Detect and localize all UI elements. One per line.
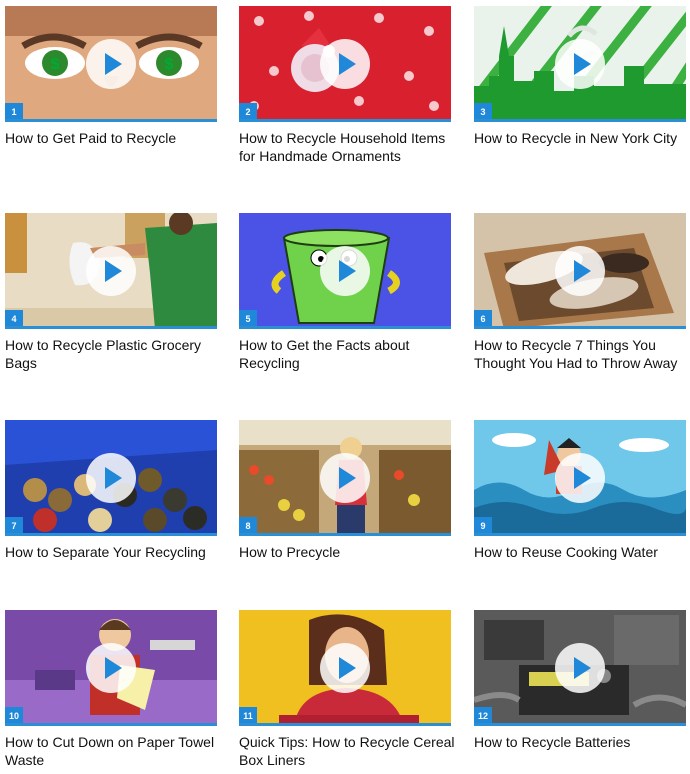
video-thumbnail[interactable]: 6	[474, 213, 686, 329]
video-thumbnail[interactable]: 7	[5, 420, 217, 536]
play-icon[interactable]	[86, 39, 136, 89]
video-thumbnail[interactable]: 2	[239, 6, 451, 122]
play-icon[interactable]	[555, 453, 605, 503]
video-title-link[interactable]: How to Separate Your Recycling	[5, 544, 230, 562]
play-icon[interactable]	[320, 39, 370, 89]
video-title-link[interactable]: How to Recycle Plastic Grocery Bags	[5, 337, 230, 372]
video-thumbnail[interactable]: 3	[474, 6, 686, 122]
video-title-link[interactable]: How to Cut Down on Paper Towel Waste	[5, 734, 230, 769]
video-thumbnail[interactable]: 11	[239, 610, 451, 726]
video-thumbnail[interactable]: 5	[239, 213, 451, 329]
video-number-badge: 4	[5, 310, 23, 329]
video-title-link[interactable]: Quick Tips: How to Recycle Cereal Box Li…	[239, 734, 464, 769]
video-title-link[interactable]: How to Reuse Cooking Water	[474, 544, 690, 562]
svg-text:$: $	[51, 56, 60, 73]
video-title-link[interactable]: How to Recycle Batteries	[474, 734, 690, 752]
play-icon[interactable]	[320, 246, 370, 296]
video-number-badge: 6	[474, 310, 492, 329]
video-thumbnail[interactable]: 4	[5, 213, 217, 329]
video-number-badge: 1	[5, 103, 23, 122]
play-icon[interactable]	[555, 246, 605, 296]
video-title-link[interactable]: How to Recycle 7 Things You Thought You …	[474, 337, 690, 372]
video-title-link[interactable]: How to Recycle in New York City	[474, 130, 690, 148]
video-number-badge: 5	[239, 310, 257, 329]
video-title-link[interactable]: How to Recycle Household Items for Handm…	[239, 130, 464, 165]
video-title-link[interactable]: How to Get the Facts about Recycling	[239, 337, 464, 372]
video-title-link[interactable]: How to Precycle	[239, 544, 464, 562]
video-number-badge: 3	[474, 103, 492, 122]
play-icon[interactable]	[555, 643, 605, 693]
play-icon[interactable]	[86, 643, 136, 693]
video-thumbnail[interactable]: 8	[239, 420, 451, 536]
svg-text:$: $	[165, 56, 174, 73]
video-thumbnail[interactable]: 9	[474, 420, 686, 536]
play-icon[interactable]	[320, 643, 370, 693]
play-icon[interactable]	[86, 453, 136, 503]
video-number-badge: 9	[474, 517, 492, 536]
video-number-badge: 12	[474, 707, 492, 726]
play-icon[interactable]	[555, 39, 605, 89]
video-number-badge: 7	[5, 517, 23, 536]
video-thumbnail[interactable]: 10	[5, 610, 217, 726]
play-icon[interactable]	[320, 453, 370, 503]
video-thumbnail[interactable]: $ $ 1	[5, 6, 217, 122]
play-icon[interactable]	[86, 246, 136, 296]
video-number-badge: 8	[239, 517, 257, 536]
video-number-badge: 2	[239, 103, 257, 122]
video-thumbnail[interactable]: 12	[474, 610, 686, 726]
video-number-badge: 10	[5, 707, 23, 726]
video-title-link[interactable]: How to Get Paid to Recycle	[5, 130, 230, 148]
video-number-badge: 11	[239, 707, 257, 726]
